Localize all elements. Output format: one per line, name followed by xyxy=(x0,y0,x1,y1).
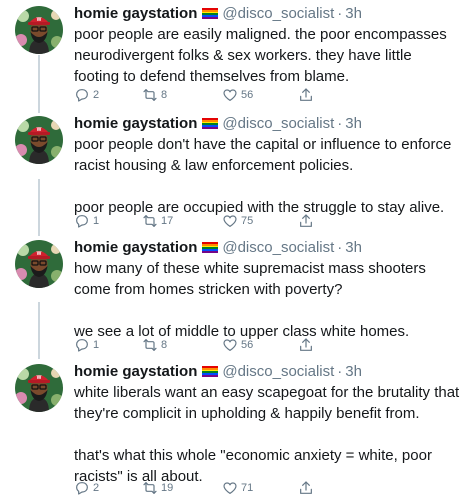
avatar[interactable]: W xyxy=(15,116,63,164)
reply-button[interactable]: 2 xyxy=(74,479,99,497)
retweet-button[interactable]: 19 xyxy=(142,479,173,497)
tweet-actions: 2 8 56 xyxy=(74,86,334,104)
retweet-icon xyxy=(142,87,158,103)
tweet-actions: 2 19 71 xyxy=(74,479,334,497)
avatar[interactable]: W xyxy=(15,6,63,54)
tweet[interactable]: W homie gaystation @disco_socialist · 3h ho… xyxy=(0,238,465,358)
reply-button[interactable]: 2 xyxy=(74,86,99,104)
rainbow-flag-icon xyxy=(202,366,219,377)
share-icon xyxy=(298,87,314,103)
retweet-count: 8 xyxy=(161,89,168,101)
separator: · xyxy=(337,363,343,380)
reply-icon xyxy=(74,480,90,496)
retweet-count: 17 xyxy=(161,215,174,227)
share-icon xyxy=(298,337,314,353)
author-handle[interactable]: @disco_socialist xyxy=(222,5,334,22)
heart-icon xyxy=(222,213,238,229)
retweet-count: 19 xyxy=(161,482,174,494)
author-name[interactable]: homie gaystation xyxy=(74,115,197,132)
avatar[interactable]: W xyxy=(15,240,63,288)
retweet-button[interactable]: 8 xyxy=(142,336,167,354)
tweet[interactable]: W homie gaystation @disco_socialist · 3h po… xyxy=(0,114,465,234)
tweet-header: homie gaystation @disco_socialist · 3h xyxy=(74,4,362,24)
like-button[interactable]: 56 xyxy=(222,336,253,354)
share-icon xyxy=(298,213,314,229)
tweet-text: how many of these white supremacist mass… xyxy=(74,260,426,340)
reply-button[interactable]: 1 xyxy=(74,336,99,354)
reply-icon xyxy=(74,337,90,353)
reply-icon xyxy=(74,87,90,103)
svg-text:W: W xyxy=(37,17,42,23)
reply-count: 1 xyxy=(93,339,100,351)
tweet-time[interactable]: 3h xyxy=(345,363,362,380)
retweet-button[interactable]: 8 xyxy=(142,86,167,104)
like-count: 71 xyxy=(241,482,254,494)
retweet-icon xyxy=(142,337,158,353)
tweet-time[interactable]: 3h xyxy=(345,239,362,256)
tweet-text: poor people don't have the capital or in… xyxy=(74,136,452,216)
reply-button[interactable]: 1 xyxy=(74,212,99,230)
tweet-text: white liberals want an easy scapegoat fo… xyxy=(74,384,460,485)
reply-count: 2 xyxy=(93,89,100,101)
reply-count: 1 xyxy=(93,215,100,227)
avatar-image: W xyxy=(15,364,63,412)
tweet-header: homie gaystation @disco_socialist · 3h xyxy=(74,114,362,134)
separator: · xyxy=(337,5,343,22)
svg-text:W: W xyxy=(37,251,42,257)
tweet-actions: 1 17 75 xyxy=(74,212,334,230)
author-name[interactable]: homie gaystation xyxy=(74,5,197,22)
like-button[interactable]: 71 xyxy=(222,479,253,497)
avatar[interactable]: W xyxy=(15,364,63,412)
heart-icon xyxy=(222,87,238,103)
heart-icon xyxy=(222,337,238,353)
tweet-header: homie gaystation @disco_socialist · 3h xyxy=(74,238,362,258)
retweet-icon xyxy=(142,480,158,496)
svg-text:W: W xyxy=(37,375,42,381)
like-button[interactable]: 56 xyxy=(222,86,253,104)
reply-count: 2 xyxy=(93,482,100,494)
author-name[interactable]: homie gaystation xyxy=(74,363,197,380)
like-button[interactable]: 75 xyxy=(222,212,253,230)
share-button[interactable] xyxy=(298,212,314,230)
avatar-image: W xyxy=(15,116,63,164)
tweet-text: poor people are easily maligned. the poo… xyxy=(74,26,451,85)
share-button[interactable] xyxy=(298,479,314,497)
like-count: 75 xyxy=(241,215,254,227)
like-count: 56 xyxy=(241,89,254,101)
avatar-image: W xyxy=(15,6,63,54)
retweet-button[interactable]: 17 xyxy=(142,212,173,230)
heart-icon xyxy=(222,480,238,496)
tweet-actions: 1 8 56 xyxy=(74,336,334,354)
share-button[interactable] xyxy=(298,336,314,354)
svg-text:W: W xyxy=(37,127,42,133)
rainbow-flag-icon xyxy=(202,118,219,129)
tweet-header: homie gaystation @disco_socialist · 3h xyxy=(74,362,362,382)
author-name[interactable]: homie gaystation xyxy=(74,239,197,256)
like-count: 56 xyxy=(241,339,254,351)
separator: · xyxy=(337,115,343,132)
share-icon xyxy=(298,480,314,496)
author-handle[interactable]: @disco_socialist xyxy=(222,115,334,132)
retweet-icon xyxy=(142,213,158,229)
tweet[interactable]: W homie gaystation @disco_socialist · 3h wh… xyxy=(0,362,465,499)
author-handle[interactable]: @disco_socialist xyxy=(222,239,334,256)
avatar-image: W xyxy=(15,240,63,288)
separator: · xyxy=(337,239,343,256)
tweet-time[interactable]: 3h xyxy=(345,115,362,132)
share-button[interactable] xyxy=(298,86,314,104)
retweet-count: 8 xyxy=(161,339,168,351)
author-handle[interactable]: @disco_socialist xyxy=(222,363,334,380)
tweet[interactable]: W homie gaystation @disco_socialist · 3h po… xyxy=(0,4,465,104)
rainbow-flag-icon xyxy=(202,242,219,253)
rainbow-flag-icon xyxy=(202,8,219,19)
tweet-time[interactable]: 3h xyxy=(345,5,362,22)
reply-icon xyxy=(74,213,90,229)
